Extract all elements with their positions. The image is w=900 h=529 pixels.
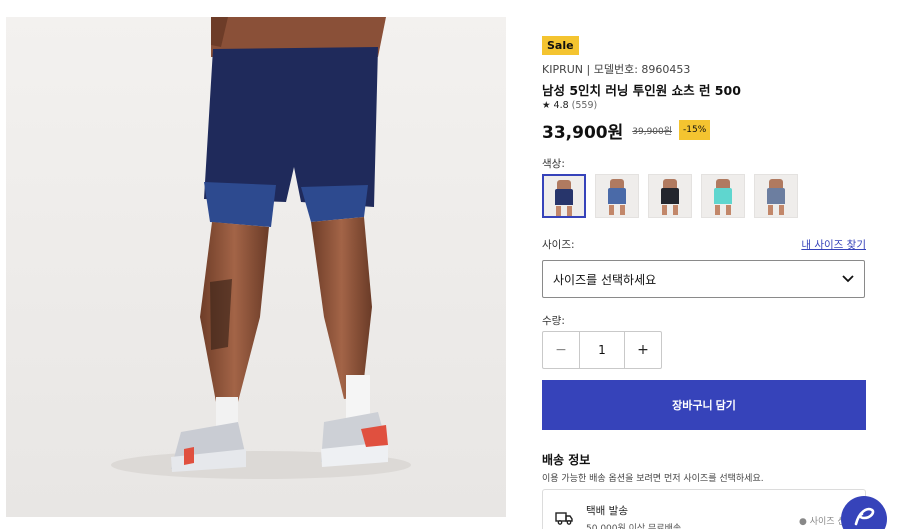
size-select[interactable]: 사이즈를 선택하세요 <box>542 260 865 298</box>
swatch-shorts <box>714 188 732 204</box>
rating-value: ★ 4.8 <box>542 100 569 111</box>
size-select-placeholder: 사이즈를 선택하세요 <box>553 272 657 287</box>
size-guide-link[interactable]: 내 사이즈 찾기 <box>801 237 866 252</box>
color-swatch-grey-blue[interactable] <box>754 174 798 218</box>
swatch-model-torso <box>610 179 624 188</box>
swatch-model-legs <box>662 205 678 215</box>
swatch-model-legs <box>556 206 572 216</box>
add-to-cart-button[interactable]: 장바구니 담기 <box>542 380 866 430</box>
truck-icon <box>555 510 573 529</box>
swatch-model-legs <box>715 205 731 215</box>
quantity-input[interactable]: 1 <box>579 332 625 368</box>
sale-badge: Sale <box>542 36 579 55</box>
color-label: 색상: <box>542 158 565 170</box>
size-label: 사이즈: <box>542 239 575 251</box>
product-photo-illustration <box>6 17 506 517</box>
product-image[interactable] <box>6 17 506 517</box>
color-swatch-blue[interactable] <box>595 174 639 218</box>
delivery-option-title: 택배 발송 <box>586 505 628 517</box>
rating-count: (559) <box>571 100 598 111</box>
color-swatch-navy[interactable] <box>542 174 586 218</box>
swatch-model-torso <box>557 180 571 189</box>
color-swatches <box>542 174 798 218</box>
swatch-model-legs <box>768 205 784 215</box>
rating[interactable]: ★ 4.8 (559) <box>542 100 597 111</box>
swatch-shorts <box>661 188 679 204</box>
discount-badge: -15% <box>679 120 711 140</box>
product-title: 남성 5인치 러닝 투인원 쇼츠 런 500 <box>542 83 741 98</box>
price-row: 33,900원 39,900원 -15% <box>542 119 711 143</box>
chat-button[interactable] <box>841 496 887 529</box>
delivery-option-card[interactable]: 택배 발송 50,000원 이상 무료배송 ● 사이즈 선 <box>542 489 866 529</box>
shipping-description: 이용 가능한 배송 옵션을 보려면 먼저 사이즈를 선택하세요. <box>542 474 764 484</box>
chevron-down-icon <box>842 272 854 286</box>
brand-model-line: KIPRUN | 모델번호: 8960453 <box>542 63 691 76</box>
swatch-shorts <box>767 188 785 204</box>
shipping-title: 배송 정보 <box>542 453 591 467</box>
swatch-shorts <box>608 188 626 204</box>
swatch-shorts <box>555 189 573 205</box>
quantity-decrease-button[interactable]: − <box>543 332 579 368</box>
swatch-model-torso <box>716 179 730 188</box>
swatch-model-torso <box>769 179 783 188</box>
product-info-panel: Sale KIPRUN | 모델번호: 8960453 남성 5인치 러닝 투인… <box>541 0 866 529</box>
swatch-model-torso <box>663 179 677 188</box>
current-price: 33,900원 <box>542 122 624 143</box>
quantity-increase-button[interactable]: + <box>625 332 661 368</box>
original-price: 39,900원 <box>632 126 673 137</box>
color-swatch-black[interactable] <box>648 174 692 218</box>
quantity-label: 수량: <box>542 315 565 327</box>
chat-icon <box>851 504 877 529</box>
delivery-option-subtitle: 50,000원 이상 무료배송 <box>586 524 682 529</box>
color-swatch-turquoise[interactable] <box>701 174 745 218</box>
delivery-option-hint: ● 사이즈 선 <box>799 517 846 527</box>
swatch-model-legs <box>609 205 625 215</box>
quantity-stepper: − 1 + <box>542 331 662 369</box>
